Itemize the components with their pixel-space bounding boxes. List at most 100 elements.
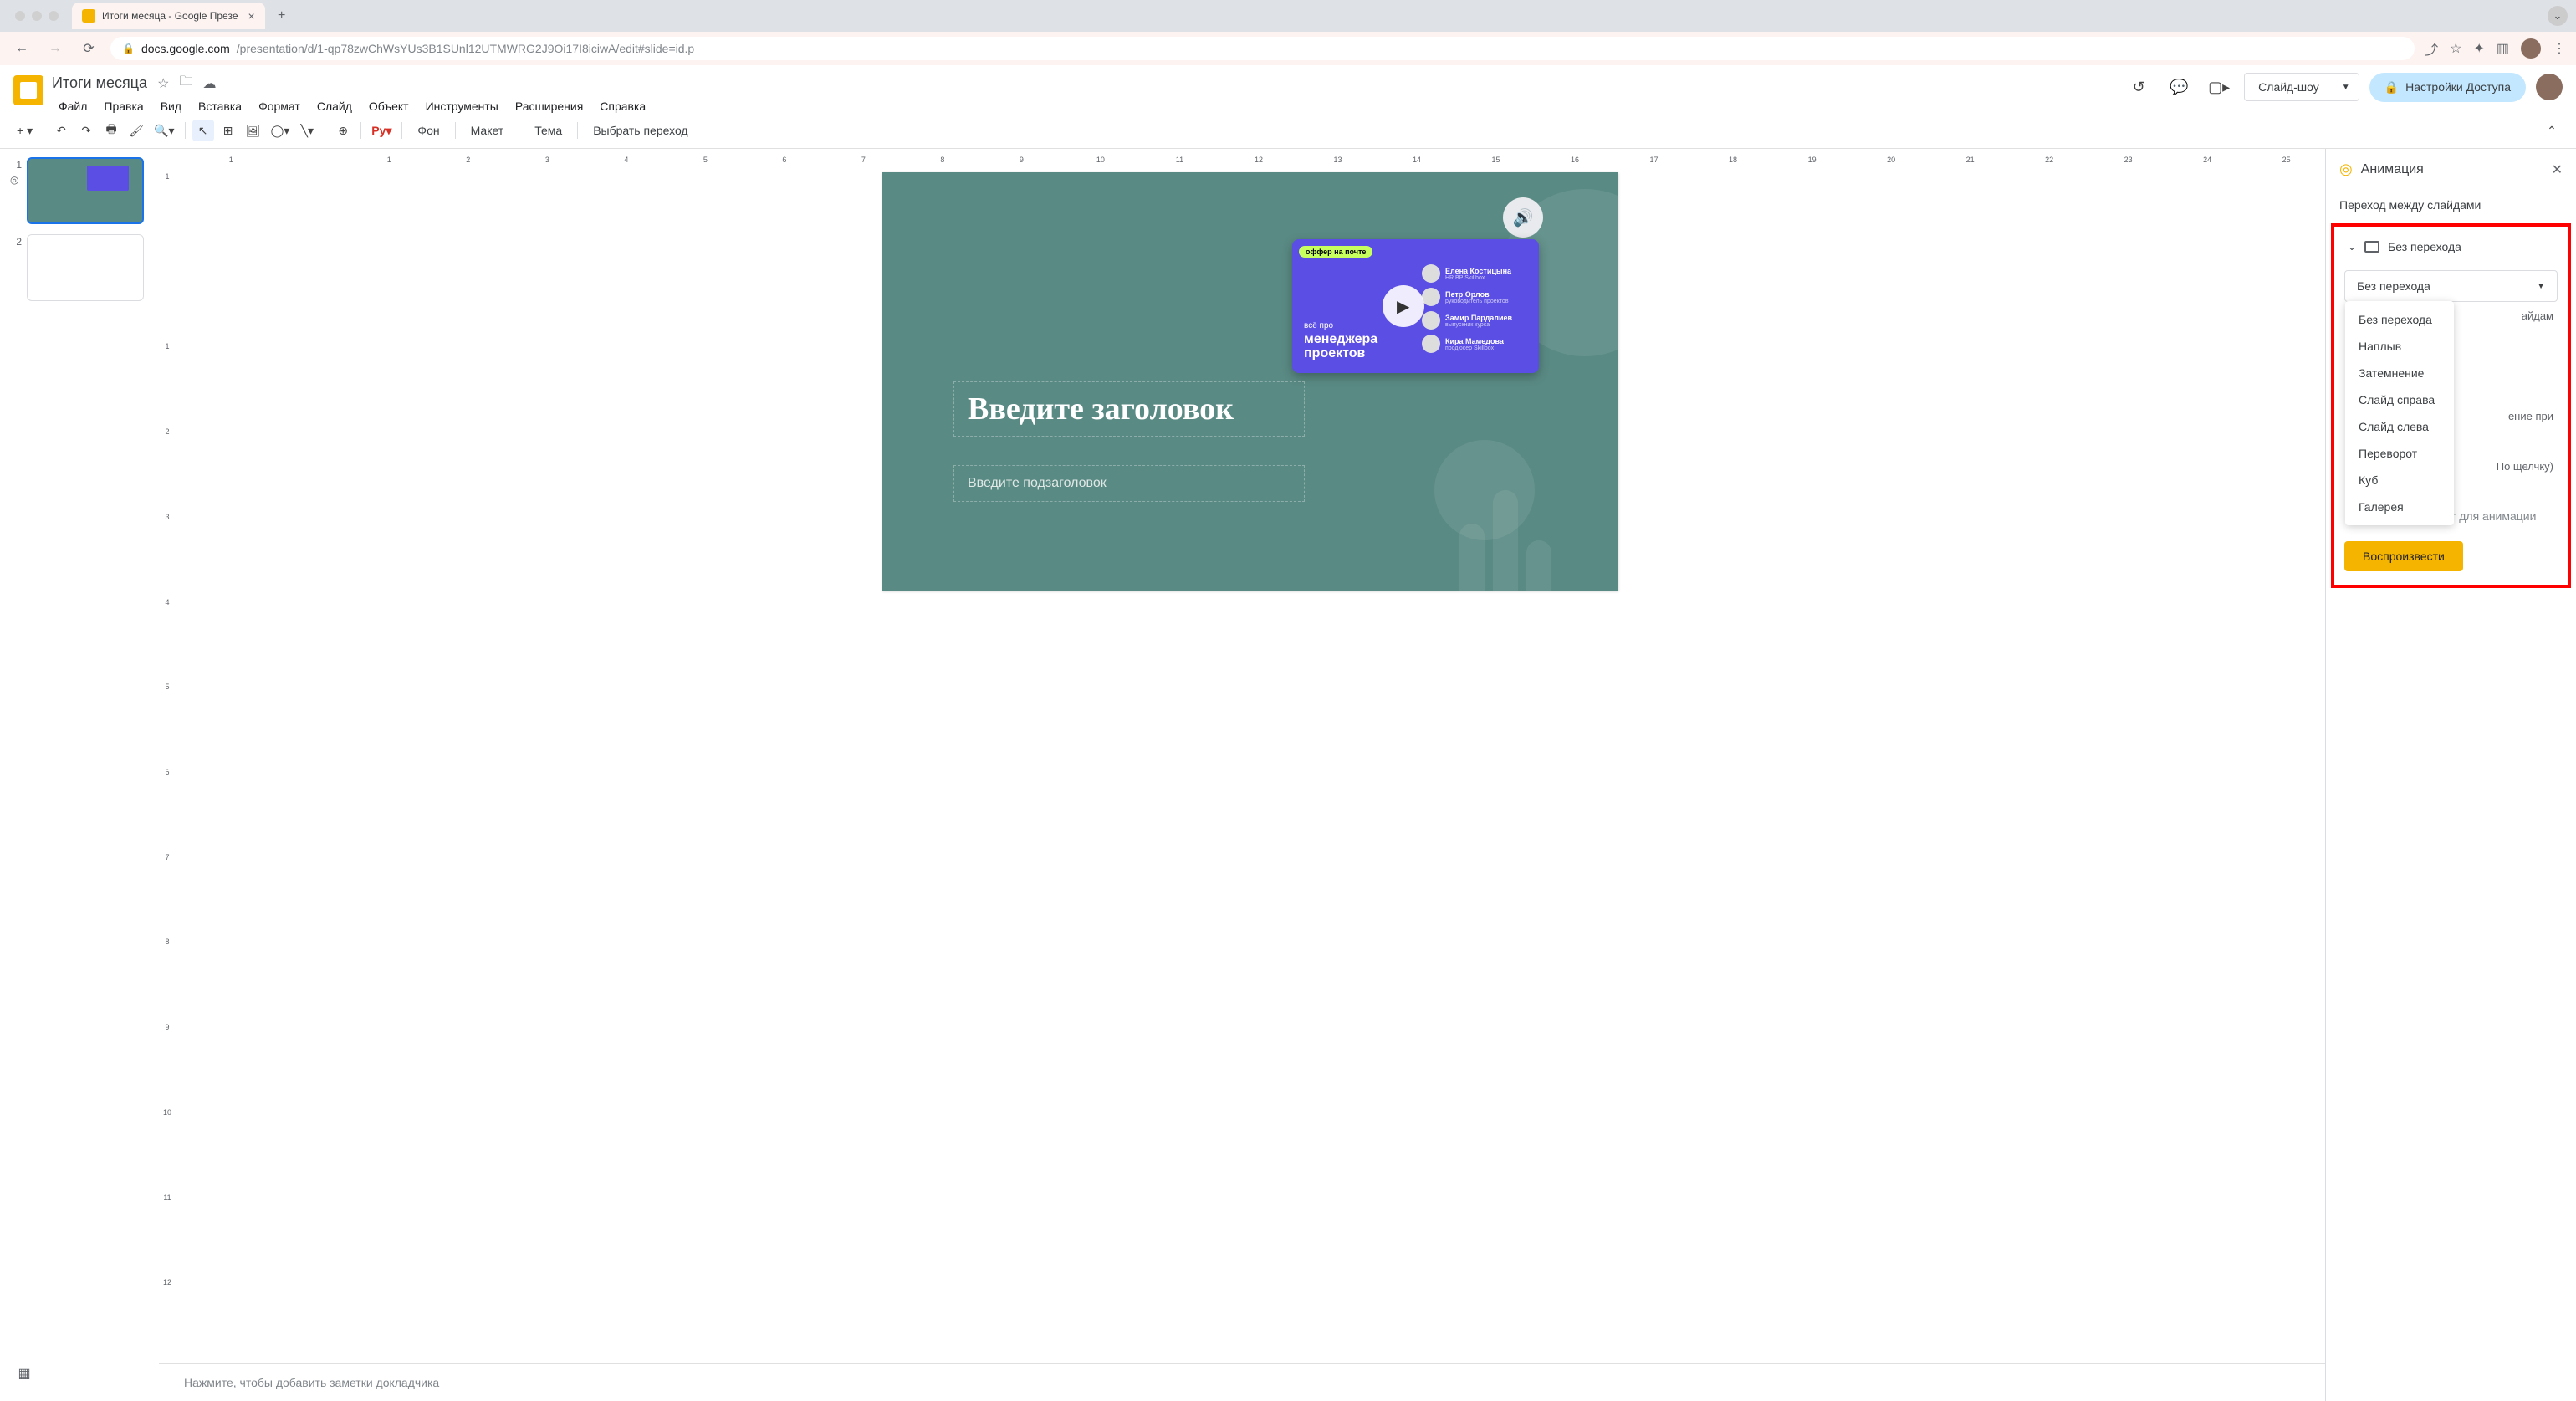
subtitle-placeholder[interactable]: Введите подзаголовок	[953, 465, 1305, 502]
transition-option[interactable]: Куб	[2345, 467, 2454, 493]
slideshow-button[interactable]: Слайд-шоу ▼	[2244, 73, 2359, 101]
browser-menu-icon[interactable]: ⋮	[2553, 40, 2566, 57]
browser-profile-avatar[interactable]	[2521, 38, 2541, 59]
textbox-tool[interactable]: ⊞	[217, 120, 239, 141]
slide-number: 2	[10, 234, 22, 248]
video-object[interactable]: оффер на почте всё про менеджера проекто…	[1292, 239, 1539, 373]
video-text-line2: менеджера проектов	[1304, 332, 1418, 361]
browser-tab[interactable]: Итоги месяца - Google Презе ×	[72, 3, 265, 29]
menu-insert[interactable]: Вставка	[192, 96, 248, 116]
transition-option[interactable]: Переворот	[2345, 440, 2454, 467]
star-icon[interactable]: ☆	[157, 75, 169, 92]
menu-tools[interactable]: Инструменты	[419, 96, 505, 116]
back-button[interactable]: ←	[10, 37, 33, 60]
slide-number: 1	[10, 157, 22, 171]
speaker-notes[interactable]: Нажмите, чтобы добавить заметки докладчи…	[159, 1363, 2325, 1401]
transition-option[interactable]: Галерея	[2345, 493, 2454, 520]
select-tool[interactable]: ↖	[192, 120, 214, 141]
video-person-row: Петр Орловруководитель проектов	[1422, 288, 1531, 306]
tabs-collapse-button[interactable]: ⌄	[2548, 6, 2568, 26]
title-placeholder[interactable]: Введите заголовок	[953, 381, 1305, 437]
explore-button[interactable]: ▦	[13, 1363, 35, 1384]
background-button[interactable]: Фон	[409, 120, 447, 141]
panel-title: Анимация	[2361, 162, 2424, 177]
account-avatar[interactable]	[2536, 74, 2563, 100]
close-window-icon[interactable]	[15, 11, 25, 21]
transition-option[interactable]: Без перехода	[2345, 306, 2454, 333]
minimize-window-icon[interactable]	[32, 11, 42, 21]
transition-option[interactable]: Затемнение	[2345, 360, 2454, 386]
obscured-text: ение при	[2508, 410, 2553, 422]
menu-object[interactable]: Объект	[362, 96, 416, 116]
transition-option[interactable]: Слайд справа	[2345, 386, 2454, 413]
slide-thumbnail-1[interactable]	[27, 157, 144, 224]
transition-option[interactable]: Наплыв	[2345, 333, 2454, 360]
slides-logo-icon[interactable]	[13, 75, 43, 105]
chevron-down-icon: ▼	[2537, 282, 2545, 291]
close-panel-icon[interactable]: ✕	[2552, 161, 2563, 178]
document-title[interactable]: Итоги месяца	[52, 74, 147, 92]
url-bar[interactable]: 🔒 docs.google.com/presentation/d/1-qp78z…	[110, 37, 2415, 60]
theme-button[interactable]: Тема	[526, 120, 570, 141]
print-button[interactable]: 🖶	[100, 120, 122, 141]
close-tab-icon[interactable]: ×	[248, 9, 255, 23]
menu-help[interactable]: Справка	[593, 96, 652, 116]
slide-canvas[interactable]: 🔊 оффер на почте всё про менеджера проек…	[882, 172, 1618, 591]
redo-button[interactable]: ↷	[75, 120, 97, 141]
play-animation-button[interactable]: Воспроизвести	[2344, 541, 2463, 571]
browser-chrome: Итоги месяца - Google Презе × + ⌄ ← → ⟳ …	[0, 0, 2576, 65]
side-panel-icon[interactable]: ▥	[2497, 40, 2509, 57]
play-video-icon[interactable]: ▶	[1383, 285, 1424, 327]
dropdown-selected-value: Без перехода	[2357, 279, 2430, 293]
cloud-status-icon[interactable]: ☁	[202, 75, 216, 92]
filmstrip[interactable]: 1 ◎ 2	[0, 149, 159, 1401]
slide-rect-icon	[2364, 241, 2379, 253]
comment-tool[interactable]: ⊕	[332, 120, 354, 141]
menu-slide[interactable]: Слайд	[310, 96, 359, 116]
share-button[interactable]: 🔒 Настройки Доступа	[2369, 73, 2526, 102]
menu-edit[interactable]: Правка	[97, 96, 150, 116]
slide-thumbnail-2[interactable]	[27, 234, 144, 301]
move-folder-icon[interactable]: 🗀	[179, 72, 192, 95]
animation-panel-icon: ◎	[2339, 161, 2353, 178]
menu-extensions[interactable]: Расширения	[509, 96, 590, 116]
maximize-window-icon[interactable]	[49, 11, 59, 21]
zoom-button[interactable]: 🔍▾	[151, 120, 177, 141]
bookmark-icon[interactable]: ☆	[2450, 40, 2461, 57]
app-header: Итоги месяца ☆ 🗀 ☁ Файл Правка Вид Встав…	[0, 65, 2576, 116]
new-slide-button[interactable]: + ▾	[13, 120, 36, 141]
transition-dropdown[interactable]: Без перехода ▼ айдам ение при По щелчку)…	[2344, 270, 2558, 302]
history-icon[interactable]: ↺	[2124, 72, 2154, 102]
comments-icon[interactable]: 💬	[2164, 72, 2194, 102]
transition-section-header[interactable]: ⌄ Без перехода	[2344, 235, 2558, 258]
image-tool[interactable]: 🖼	[243, 120, 264, 141]
transition-button[interactable]: Выбрать переход	[585, 120, 696, 141]
menu-format[interactable]: Формат	[252, 96, 307, 116]
present-video-icon[interactable]: ▢▸	[2204, 72, 2234, 102]
window-controls	[8, 11, 65, 21]
menu-file[interactable]: Файл	[52, 96, 94, 116]
script-ru-icon[interactable]: Рy▾	[368, 120, 395, 141]
menu-bar: Файл Правка Вид Вставка Формат Слайд Объ…	[52, 96, 652, 116]
video-badge: оффер на почте	[1299, 246, 1372, 258]
paint-format-button[interactable]: 🖌	[125, 120, 147, 141]
line-tool[interactable]: ╲▾	[296, 120, 318, 141]
audio-object-icon[interactable]: 🔊	[1503, 197, 1543, 238]
share-page-icon[interactable]: ⤴	[2425, 38, 2438, 59]
reload-button[interactable]: ⟳	[77, 37, 100, 60]
transition-option[interactable]: Слайд слева	[2345, 413, 2454, 440]
subtitle-text: Введите подзаголовок	[968, 476, 1291, 491]
annotation-highlight: ⌄ Без перехода Без перехода ▼ айдам ение…	[2331, 223, 2571, 588]
undo-button[interactable]: ↶	[50, 120, 72, 141]
collapse-toolbar-icon[interactable]: ⌃	[2541, 120, 2563, 141]
workspace: 1 ◎ 2 1123456789101112131415161718192021…	[0, 149, 2576, 1401]
forward-button[interactable]: →	[43, 37, 67, 60]
new-tab-button[interactable]: +	[272, 6, 292, 26]
extensions-icon[interactable]: ✦	[2473, 40, 2484, 57]
slideshow-dropdown-icon[interactable]: ▼	[2333, 76, 2359, 99]
menu-view[interactable]: Вид	[154, 96, 188, 116]
layout-button[interactable]: Макет	[463, 120, 513, 141]
tab-title: Итоги месяца - Google Презе	[102, 10, 238, 22]
shape-tool[interactable]: ◯▾	[268, 120, 294, 141]
toolbar: + ▾ ↶ ↷ 🖶 🖌 🔍▾ ↖ ⊞ 🖼 ◯▾ ╲▾ ⊕ Рy▾ Фон Мак…	[0, 116, 2576, 149]
